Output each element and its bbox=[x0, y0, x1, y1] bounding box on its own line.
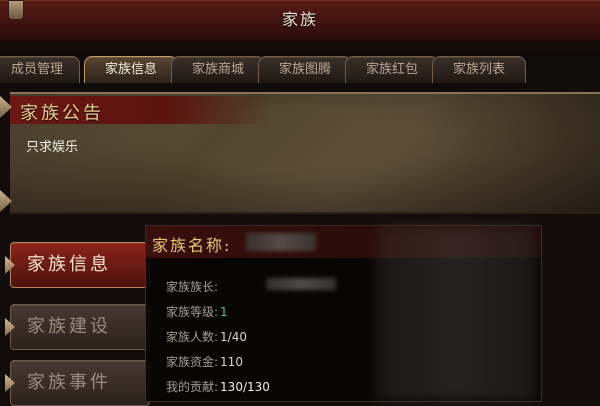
tab-family-info[interactable]: 家族信息 bbox=[84, 56, 178, 83]
family-name-label: 家族名称: bbox=[152, 236, 232, 255]
announcement-content: 只求娱乐 bbox=[26, 140, 79, 155]
tab-family-red-packet[interactable]: 家族红包 bbox=[345, 56, 439, 83]
pixelated-region bbox=[376, 226, 536, 401]
stat-value: 1/40 bbox=[220, 330, 247, 344]
menu-item-label: 家族事件 bbox=[27, 372, 111, 393]
family-info-panel: 家族名称: 家族族长: 家族等级: 1 家族人数: 1/40 家族资金: 110 我的… bbox=[145, 225, 542, 402]
announcement-panel: 家族公告 只求娱乐 bbox=[10, 92, 600, 214]
side-menu: 家族信息 家族建设 家族事件 bbox=[0, 232, 160, 406]
announcement-title: 家族公告 bbox=[20, 103, 104, 124]
arrow-right-icon bbox=[5, 318, 15, 336]
stat-value: 130/130 bbox=[220, 380, 270, 394]
arrow-right-icon bbox=[5, 374, 15, 392]
stat-leader: 家族族长: bbox=[166, 278, 220, 295]
stat-funds: 家族资金: 110 bbox=[166, 353, 243, 370]
leader-name-redacted bbox=[266, 278, 336, 290]
tab-family-shop[interactable]: 家族商城 bbox=[171, 56, 265, 83]
stat-contribution: 我的贡献: 130/130 bbox=[166, 378, 270, 395]
announcement-header: 家族公告 bbox=[10, 96, 270, 124]
stat-label: 家族人数: bbox=[166, 330, 219, 344]
stat-label: 家族资金: bbox=[166, 355, 219, 369]
tab-family-list[interactable]: 家族列表 bbox=[432, 56, 526, 83]
arrow-right-icon bbox=[5, 256, 15, 274]
tab-bar: 成员管理 家族信息 家族商城 家族图腾 家族红包 家族列表 bbox=[0, 52, 600, 88]
menu-item-label: 家族建设 bbox=[27, 316, 111, 337]
menu-item-family-building[interactable]: 家族建设 bbox=[5, 304, 150, 350]
menu-item-family-info[interactable]: 家族信息 bbox=[5, 242, 150, 288]
stat-level: 家族等级: 1 bbox=[166, 303, 228, 320]
stat-value: 110 bbox=[220, 355, 243, 369]
menu-item-family-events[interactable]: 家族事件 bbox=[5, 360, 150, 406]
stat-label: 家族族长: bbox=[166, 280, 219, 294]
family-name-redacted bbox=[246, 233, 316, 251]
stat-members: 家族人数: 1/40 bbox=[166, 328, 247, 345]
stat-value: 1 bbox=[220, 305, 228, 319]
stat-label: 我的贡献: bbox=[166, 380, 219, 394]
window-title: 家族 bbox=[281, 10, 318, 29]
menu-item-label: 家族信息 bbox=[27, 254, 111, 275]
tab-member-management[interactable]: 成员管理 bbox=[0, 56, 80, 83]
window-title-bar: 家族 bbox=[0, 0, 600, 42]
tab-family-totem[interactable]: 家族图腾 bbox=[258, 56, 352, 83]
stat-label: 家族等级: bbox=[166, 305, 219, 319]
